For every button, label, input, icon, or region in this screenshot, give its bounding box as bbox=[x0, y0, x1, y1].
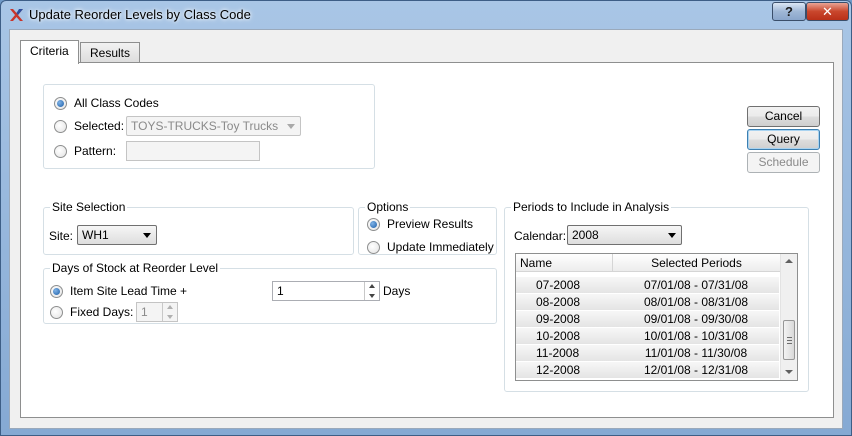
spin-down-icon[interactable] bbox=[365, 291, 379, 300]
query-button[interactable]: Query bbox=[747, 129, 820, 150]
period-name-cell: 10-2008 bbox=[536, 329, 581, 343]
dialog-client-area: Criteria Results All Class Codes Selecte… bbox=[9, 29, 843, 429]
scrollbar-thumb[interactable] bbox=[783, 320, 795, 360]
grip-line bbox=[787, 337, 792, 338]
site-selection-group: Site Selection Site: WH1 bbox=[43, 200, 354, 255]
period-name-cell: 12-2008 bbox=[536, 363, 581, 377]
app-logo-icon bbox=[10, 9, 23, 21]
period-name-cell: 08-2008 bbox=[536, 295, 581, 309]
table-row[interactable]: 10-2008 10/01/08 - 10/31/08 bbox=[516, 328, 779, 345]
table-row[interactable]: 09-2008 09/01/08 - 09/30/08 bbox=[516, 311, 779, 328]
title-bar[interactable]: Update Reorder Levels by Class Code ? ✕ bbox=[1, 1, 851, 29]
tab-results[interactable]: Results bbox=[80, 42, 141, 63]
pattern-option[interactable]: Pattern: bbox=[54, 143, 116, 159]
period-name-cell: 07-2008 bbox=[536, 278, 581, 292]
table-row[interactable]: 07-2008 07/01/08 - 07/31/08 bbox=[516, 277, 779, 294]
period-range-cell: 07/01/08 - 07/31/08 bbox=[643, 278, 749, 292]
criteria-panel: All Class Codes Selected: TOYS-TRUCKS-To… bbox=[20, 62, 834, 418]
scroll-down-icon[interactable] bbox=[785, 370, 793, 374]
lead-time-days-value: 1 bbox=[277, 284, 284, 298]
periods-table-scrollbar[interactable] bbox=[780, 254, 797, 380]
help-button[interactable]: ? bbox=[772, 2, 806, 21]
tab-criteria[interactable]: Criteria bbox=[20, 40, 79, 64]
schedule-button[interactable]: Schedule bbox=[747, 152, 820, 173]
chevron-down-icon bbox=[143, 233, 151, 238]
period-range-cell: 11/01/08 - 11/30/08 bbox=[644, 346, 748, 360]
site-select[interactable]: WH1 bbox=[77, 225, 157, 245]
pattern-input[interactable] bbox=[126, 141, 260, 161]
preview-results-label: Preview Results bbox=[387, 217, 474, 231]
all-class-codes-radio[interactable] bbox=[54, 96, 67, 110]
close-button[interactable]: ✕ bbox=[806, 2, 849, 21]
lead-time-days-input[interactable]: 1 bbox=[272, 281, 380, 301]
periods-group: Periods to Include in Analysis Calendar:… bbox=[504, 200, 809, 392]
period-range-cell: 08/01/08 - 08/31/08 bbox=[643, 295, 749, 309]
spin-up-icon[interactable] bbox=[365, 282, 379, 291]
table-row[interactable]: 08-2008 08/01/08 - 08/31/08 bbox=[516, 294, 779, 311]
help-icon: ? bbox=[785, 4, 793, 19]
fixed-days-option[interactable]: Fixed Days: bbox=[50, 304, 133, 320]
grip-line bbox=[787, 340, 792, 341]
table-row[interactable]: 12-2008 12/01/08 - 12/31/08 bbox=[516, 362, 779, 379]
period-name-cell: 11-2008 bbox=[536, 346, 580, 360]
pattern-radio[interactable] bbox=[54, 144, 67, 158]
options-title: Options bbox=[365, 200, 411, 214]
cancel-button[interactable]: Cancel bbox=[747, 106, 820, 127]
lead-time-spinner[interactable] bbox=[364, 282, 379, 300]
column-header-name[interactable]: Name bbox=[516, 254, 613, 271]
site-select-value: WH1 bbox=[82, 228, 109, 242]
options-group: Options Preview Results Update Immediate… bbox=[358, 200, 497, 255]
window-title: Update Reorder Levels by Class Code bbox=[29, 7, 251, 22]
spin-up-icon[interactable] bbox=[163, 303, 177, 312]
fixed-days-radio[interactable] bbox=[50, 305, 63, 319]
dialog-window: Update Reorder Levels by Class Code ? ✕ … bbox=[0, 0, 852, 436]
site-selection-title: Site Selection bbox=[50, 200, 128, 214]
period-range-cell: 12/01/08 - 12/31/08 bbox=[643, 363, 749, 377]
grip-line bbox=[787, 343, 792, 344]
tab-criteria-label: Criteria bbox=[30, 44, 69, 58]
periods-table-header: Name Selected Periods bbox=[516, 254, 781, 272]
update-immediately-option[interactable]: Update Immediately bbox=[367, 239, 494, 255]
days-unit-label: Days bbox=[383, 284, 411, 298]
calendar-label: Calendar: bbox=[514, 229, 567, 243]
close-icon: ✕ bbox=[822, 3, 833, 19]
lead-time-radio[interactable] bbox=[50, 284, 63, 298]
fixed-days-label: Fixed Days: bbox=[70, 305, 134, 319]
fixed-days-spinner[interactable] bbox=[162, 303, 177, 321]
spin-down-icon[interactable] bbox=[163, 312, 177, 321]
chevron-down-icon bbox=[287, 124, 295, 129]
period-range-cell: 09/01/08 - 09/30/08 bbox=[643, 312, 749, 326]
tab-results-label: Results bbox=[90, 46, 131, 60]
scroll-up-icon[interactable] bbox=[785, 259, 793, 263]
chevron-down-icon bbox=[668, 233, 676, 238]
periods-title: Periods to Include in Analysis bbox=[511, 200, 672, 214]
table-row[interactable]: 11-2008 11/01/08 - 11/30/08 bbox=[516, 345, 779, 362]
column-header-selected-periods[interactable]: Selected Periods bbox=[613, 254, 781, 271]
lead-time-option[interactable]: Item Site Lead Time + bbox=[50, 283, 187, 299]
selected-class-code-radio[interactable] bbox=[54, 119, 67, 133]
lead-time-label: Item Site Lead Time + bbox=[70, 284, 188, 298]
fixed-days-value: 1 bbox=[141, 305, 148, 319]
all-class-codes-option[interactable]: All Class Codes bbox=[54, 95, 159, 111]
days-of-stock-title: Days of Stock at Reorder Level bbox=[50, 261, 221, 275]
selected-class-code-label: Selected: bbox=[74, 119, 125, 133]
calendar-select[interactable]: 2008 bbox=[567, 225, 682, 245]
period-name-cell: 09-2008 bbox=[536, 312, 581, 326]
selected-class-code-option[interactable]: Selected: bbox=[54, 118, 124, 134]
preview-results-radio[interactable] bbox=[367, 217, 380, 231]
site-label: Site: bbox=[49, 229, 74, 243]
fixed-days-input[interactable]: 1 bbox=[136, 302, 178, 322]
calendar-select-value: 2008 bbox=[572, 228, 599, 242]
update-immediately-radio[interactable] bbox=[367, 240, 380, 254]
class-code-select-value: TOYS-TRUCKS-Toy Trucks bbox=[131, 119, 279, 133]
class-code-group: All Class Codes Selected: TOYS-TRUCKS-To… bbox=[43, 84, 375, 169]
periods-table[interactable]: Name Selected Periods 07-2008 07/01/08 -… bbox=[515, 253, 798, 381]
preview-results-option[interactable]: Preview Results bbox=[367, 216, 473, 232]
all-class-codes-label: All Class Codes bbox=[74, 96, 159, 110]
days-of-stock-group: Days of Stock at Reorder Level Item Site… bbox=[43, 261, 497, 324]
class-code-select[interactable]: TOYS-TRUCKS-Toy Trucks bbox=[126, 116, 301, 136]
pattern-label: Pattern: bbox=[74, 144, 117, 158]
update-immediately-label: Update Immediately bbox=[387, 240, 494, 254]
period-range-cell: 10/01/08 - 10/31/08 bbox=[643, 329, 749, 343]
